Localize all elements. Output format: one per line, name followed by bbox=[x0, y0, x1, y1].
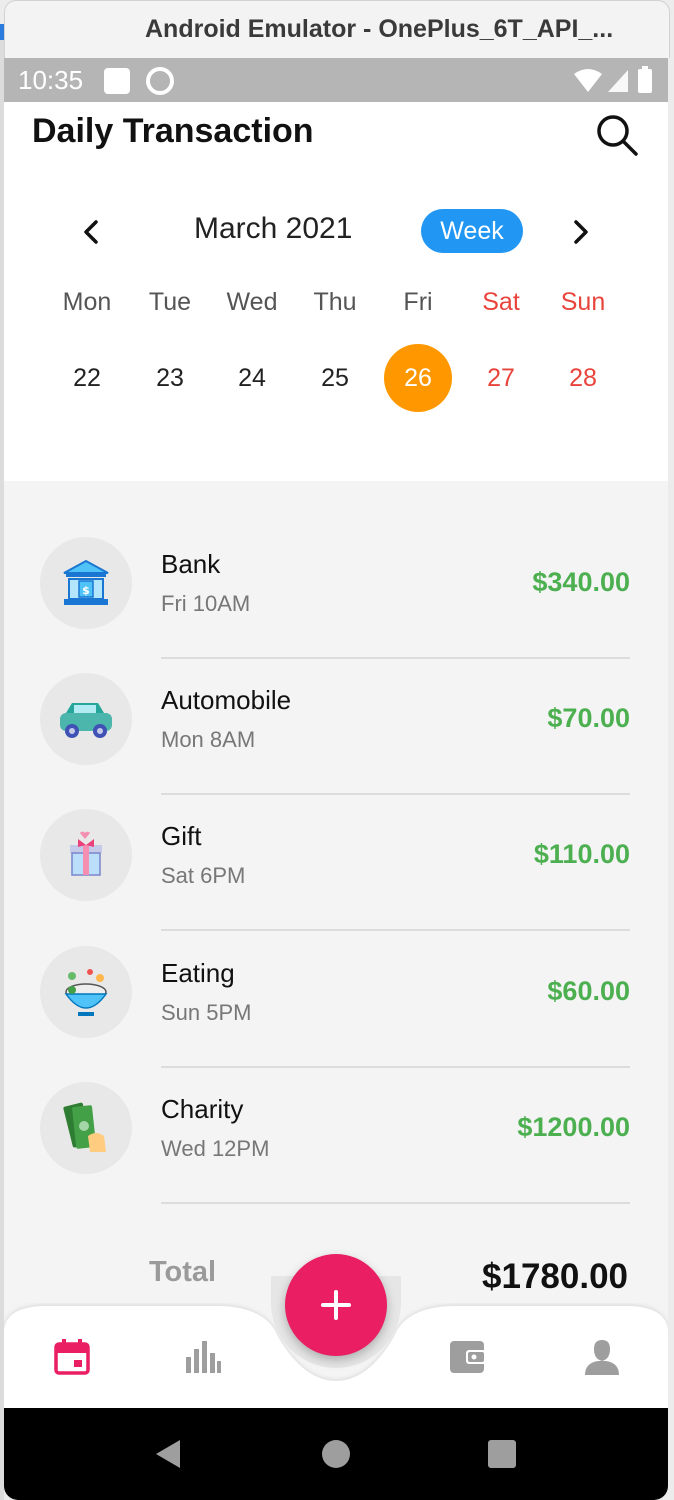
home-icon[interactable] bbox=[322, 1440, 350, 1468]
calendar-month-label: March 2021 bbox=[194, 212, 353, 245]
system-navigation-bar bbox=[4, 1408, 668, 1500]
transaction-item-automobile[interactable]: Automobile Mon 8AM $70.00 bbox=[4, 673, 668, 809]
day-number: 25 bbox=[321, 364, 349, 392]
day-name: Tue bbox=[148, 288, 192, 316]
window-title: Android Emulator - OnePlus_6T_API_... bbox=[145, 15, 614, 43]
transaction-time: Sat 6PM bbox=[161, 863, 246, 888]
divider bbox=[161, 1202, 630, 1204]
week-toggle-button[interactable]: Week bbox=[421, 209, 523, 253]
day-name: Fri bbox=[403, 288, 433, 316]
add-transaction-button[interactable] bbox=[285, 1254, 387, 1356]
profile-icon[interactable] bbox=[582, 1337, 622, 1377]
emulator-window: Android Emulator - OnePlus_6T_API_... 10… bbox=[0, 0, 674, 1500]
calendar-icon[interactable] bbox=[52, 1337, 92, 1377]
transaction-name: Gift bbox=[161, 821, 202, 851]
day-name: Sun bbox=[560, 288, 606, 316]
status-time: 10:35 bbox=[18, 65, 84, 95]
transaction-item-charity[interactable]: Charity Wed 12PM $1200.00 bbox=[4, 1082, 668, 1218]
bank-icon: $ bbox=[40, 537, 132, 629]
transaction-name: Eating bbox=[161, 958, 235, 988]
day-number-selected: 26 bbox=[384, 344, 452, 412]
day-number: 24 bbox=[238, 364, 266, 392]
notification-ring-icon bbox=[146, 67, 174, 95]
transaction-amount: $110.00 bbox=[533, 839, 630, 869]
divider bbox=[161, 793, 630, 795]
transaction-name: Charity bbox=[161, 1094, 244, 1124]
chevron-left-icon[interactable] bbox=[74, 214, 110, 250]
transaction-name: Bank bbox=[161, 549, 221, 579]
transaction-item-gift[interactable]: Gift Sat 6PM $110.00 bbox=[4, 809, 668, 945]
calendar-day-fri[interactable]: Fri 26 bbox=[377, 288, 459, 412]
window-titlebar: Android Emulator - OnePlus_6T_API_... bbox=[4, 0, 670, 58]
day-number: 23 bbox=[156, 364, 184, 392]
transaction-time: Wed 12PM bbox=[161, 1136, 270, 1161]
transaction-item-eating[interactable]: Eating Sun 5PM $60.00 bbox=[4, 946, 668, 1082]
food-bowl-icon bbox=[40, 946, 132, 1038]
transaction-time: Fri 10AM bbox=[161, 591, 251, 616]
divider bbox=[161, 929, 630, 931]
status-bar: 10:35 bbox=[4, 58, 668, 102]
notification-square-icon bbox=[104, 68, 130, 94]
calendar-day-wed[interactable]: Wed 24 bbox=[211, 288, 293, 412]
page-title: Daily Transaction bbox=[32, 112, 314, 150]
phone-screen: 10:35 Daily Transaction March 2021 Week bbox=[4, 58, 668, 1500]
money-hand-icon bbox=[40, 1082, 132, 1174]
transaction-amount: $60.00 bbox=[547, 976, 630, 1006]
day-name: Mon bbox=[62, 288, 112, 316]
chevron-right-icon[interactable] bbox=[562, 214, 598, 250]
day-number: 27 bbox=[487, 364, 515, 392]
transaction-time: Sun 5PM bbox=[161, 1000, 252, 1025]
signal-icon bbox=[608, 70, 628, 92]
status-icons bbox=[574, 66, 652, 93]
battery-icon bbox=[638, 69, 652, 93]
wifi-icon bbox=[574, 69, 602, 92]
day-name: Sat bbox=[482, 288, 520, 316]
day-number: 28 bbox=[569, 364, 597, 392]
calendar-day-mon[interactable]: Mon 22 bbox=[46, 288, 128, 412]
transaction-amount: $70.00 bbox=[547, 703, 630, 733]
total-label: Total bbox=[149, 1256, 217, 1288]
plus-icon bbox=[321, 1290, 351, 1320]
day-number: 22 bbox=[73, 364, 101, 392]
back-icon[interactable] bbox=[154, 1438, 182, 1470]
wallet-icon[interactable] bbox=[448, 1337, 488, 1377]
recents-icon[interactable] bbox=[488, 1440, 516, 1468]
calendar-day-thu[interactable]: Thu 25 bbox=[294, 288, 376, 412]
car-icon bbox=[40, 673, 132, 765]
calendar-day-sun[interactable]: Sun 28 bbox=[542, 288, 624, 412]
day-name: Thu bbox=[313, 288, 357, 316]
svg-text:$: $ bbox=[82, 584, 90, 597]
transaction-item-bank[interactable]: $ Bank Fri 10AM $340.00 bbox=[4, 537, 668, 673]
search-icon[interactable] bbox=[594, 112, 640, 158]
transaction-time: Mon 8AM bbox=[161, 727, 256, 752]
calendar-day-sat[interactable]: Sat 27 bbox=[460, 288, 542, 412]
total-amount: $1780.00 bbox=[482, 1257, 628, 1296]
transaction-name: Automobile bbox=[161, 685, 292, 715]
calendar-day-tue[interactable]: Tue 23 bbox=[129, 288, 211, 412]
transaction-amount: $1200.00 bbox=[517, 1112, 630, 1142]
day-name: Wed bbox=[226, 288, 278, 316]
divider bbox=[161, 657, 630, 659]
bar-chart-icon[interactable] bbox=[183, 1337, 223, 1377]
gift-icon bbox=[40, 809, 132, 901]
transaction-amount: $340.00 bbox=[532, 567, 630, 597]
divider bbox=[161, 1066, 630, 1068]
